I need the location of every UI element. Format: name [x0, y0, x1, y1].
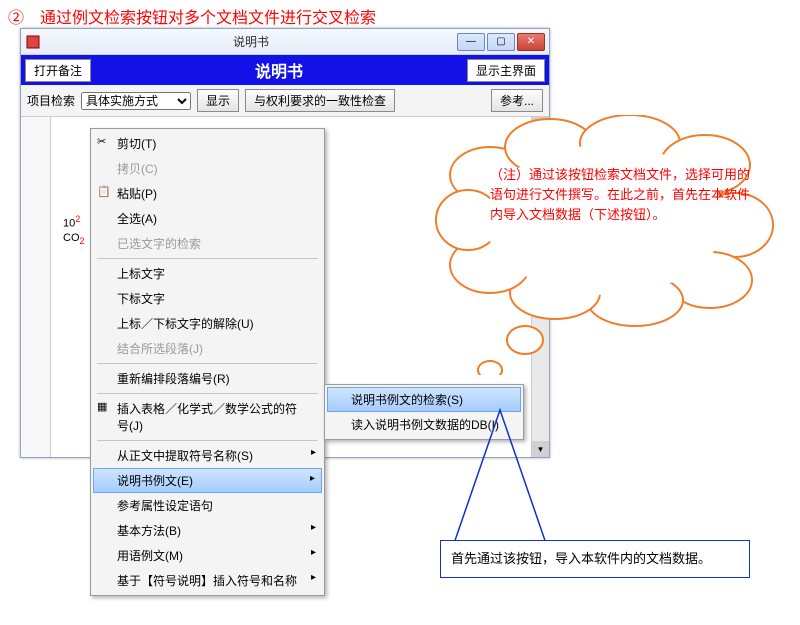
- mode-select[interactable]: 具体实施方式: [81, 92, 191, 110]
- menu-item: 结合所选段落(J): [93, 336, 322, 361]
- cut-icon: ✂: [97, 135, 111, 149]
- minimize-button[interactable]: —: [457, 33, 485, 51]
- open-notes-button[interactable]: 打开备注: [25, 59, 91, 82]
- menu-item[interactable]: 重新编排段落编号(R): [93, 366, 322, 391]
- blue-header-bar: 打开备注 说明书 显示主界面: [21, 55, 549, 85]
- menu-item[interactable]: 剪切(T)✂: [93, 131, 322, 156]
- menu-separator: [97, 363, 318, 364]
- window-controls: — ▢ ✕: [457, 33, 545, 51]
- consistency-check-button[interactable]: 与权利要求的一致性检查: [245, 89, 395, 112]
- menu-item: 拷贝(C): [93, 156, 322, 181]
- close-button[interactable]: ✕: [517, 33, 545, 51]
- context-menu: 剪切(T)✂拷贝(C)粘贴(P)📋全选(A)已选文字的检索上标文字下标文字上标／…: [90, 128, 325, 596]
- menu-item[interactable]: 基于【符号说明】插入符号和名称: [93, 568, 322, 593]
- window-titlebar: 说明书 — ▢ ✕: [21, 29, 549, 55]
- menu-item[interactable]: 粘贴(P)📋: [93, 181, 322, 206]
- menu-separator: [97, 393, 318, 394]
- menu-item[interactable]: 基本方法(B): [93, 518, 322, 543]
- submenu: 说明书例文的检索(S)读入说明书例文数据的DB(I): [324, 384, 524, 440]
- window-title: 说明书: [45, 33, 457, 50]
- menu-item[interactable]: 全选(A): [93, 206, 322, 231]
- grid-icon: ▦: [97, 400, 111, 414]
- paste-icon: 📋: [97, 185, 111, 199]
- maximize-button[interactable]: ▢: [487, 33, 515, 51]
- menu-separator: [97, 258, 318, 259]
- cloud-text: （注）通过该按钮检索文档文件，选择可用的语句进行文件撰写。在此之前，首先在本软件…: [490, 165, 750, 225]
- toolbar: 项目检索 具体实施方式 显示 与权利要求的一致性检查 参考...: [21, 85, 549, 117]
- app-icon: [25, 34, 41, 50]
- show-main-button[interactable]: 显示主界面: [467, 59, 545, 82]
- menu-item[interactable]: 说明书例文(E): [93, 468, 322, 493]
- reference-button[interactable]: 参考...: [491, 89, 543, 112]
- show-button[interactable]: 显示: [197, 89, 239, 112]
- menu-item[interactable]: 参考属性设定语句: [93, 493, 322, 518]
- submenu-item[interactable]: 说明书例文的检索(S): [327, 387, 521, 412]
- scroll-down-icon[interactable]: ▼: [532, 441, 549, 457]
- menu-item[interactable]: 用语例文(M): [93, 543, 322, 568]
- submenu-item[interactable]: 读入说明书例文数据的DB(I): [327, 412, 521, 437]
- menu-separator: [97, 440, 318, 441]
- search-label: 项目检索: [27, 92, 75, 109]
- annotation-cloud: （注）通过该按钮检索文档文件，选择可用的语句进行文件撰写。在此之前，首先在本软件…: [430, 115, 780, 345]
- menu-item[interactable]: 从正文中提取符号名称(S): [93, 443, 322, 468]
- menu-item: 已选文字的检索: [93, 231, 322, 256]
- menu-item[interactable]: 下标文字: [93, 286, 322, 311]
- menu-item[interactable]: 上标／下标文字的解除(U): [93, 311, 322, 336]
- menu-item[interactable]: 插入表格／化学式／数学公式的符号(J)▦: [93, 396, 322, 438]
- sample-superscript-text: 102 CO2: [63, 212, 85, 248]
- blue-title: 说明书: [91, 58, 467, 82]
- left-ruler: [21, 117, 51, 457]
- menu-item[interactable]: 上标文字: [93, 261, 322, 286]
- annotation-box: 首先通过该按钮，导入本软件内的文档数据。: [440, 540, 750, 578]
